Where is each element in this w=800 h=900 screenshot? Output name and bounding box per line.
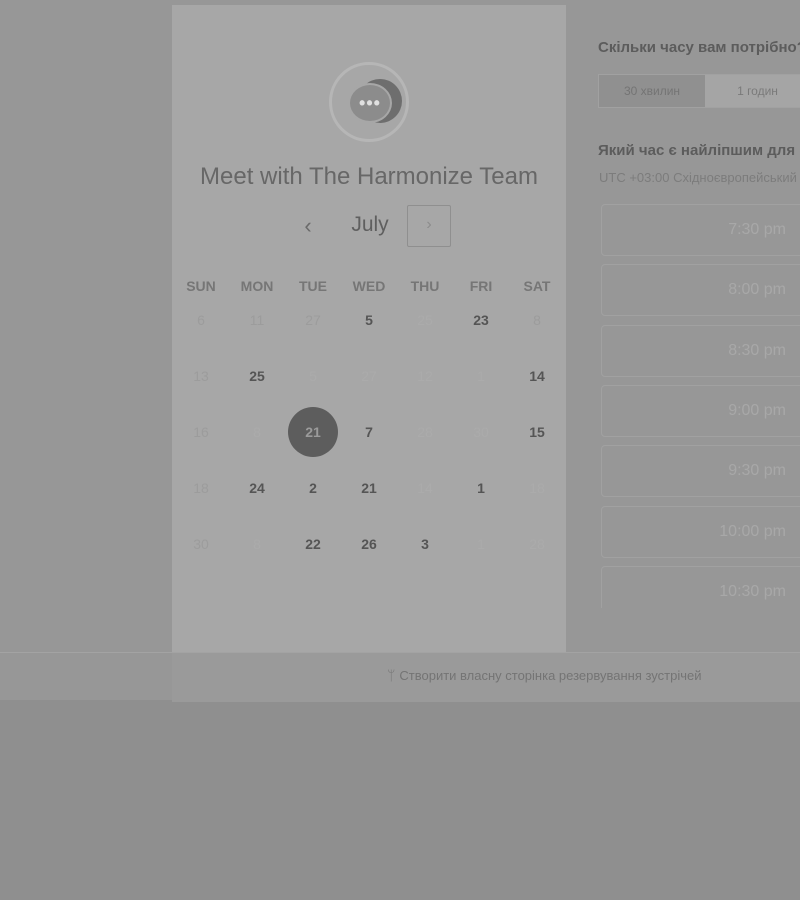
day-cell[interactable]: 14 <box>512 351 562 401</box>
day-cell: 12 <box>417 368 433 384</box>
slot-list-fade <box>596 608 800 652</box>
time-slot-button[interactable]: 9:00 pm <box>601 384 800 437</box>
day-cell: 30 <box>473 424 489 440</box>
day-cell: 8 <box>253 536 261 552</box>
day-cell[interactable]: 21 <box>344 463 394 513</box>
day-cell[interactable]: 16 <box>176 407 226 457</box>
day-cell[interactable]: 15 <box>512 407 562 457</box>
day-cell[interactable]: 7 <box>344 407 394 457</box>
weekday-tue: TUE <box>299 278 327 294</box>
footer-link-label: Створити власну сторінка резервування зу… <box>399 668 702 683</box>
month-label: July <box>351 213 389 236</box>
duration-option-1h[interactable]: 1 годин <box>706 75 800 107</box>
day-cell[interactable]: 18 <box>176 463 226 513</box>
duration-option-30min[interactable]: 30 хвилин <box>599 75 705 107</box>
weekday-wed: WED <box>352 278 386 294</box>
day-cell[interactable]: 24 <box>232 463 282 513</box>
day-cell: 1 <box>477 536 485 552</box>
day-cell: 1 <box>477 368 485 384</box>
day-cell[interactable]: 26 <box>344 519 394 569</box>
calendar-panel: ••• Meet with The Harmonize Team ‹ July … <box>172 5 566 652</box>
day-cell: 5 <box>309 368 317 384</box>
weekday-thu: THU <box>410 278 440 294</box>
day-cell[interactable]: 2 <box>288 463 338 513</box>
next-month-button[interactable]: › <box>407 205 451 247</box>
time-slot-button[interactable]: 7:30 pm <box>601 204 800 256</box>
day-cell: 28 <box>417 424 433 440</box>
day-cell[interactable]: 11 <box>232 295 282 345</box>
hubspot-sprocket-icon: ᛘ <box>387 667 396 683</box>
duration-selector: 30 хвилин 1 годин <box>598 74 800 108</box>
day-cell[interactable]: 3 <box>400 519 450 569</box>
chat-bubble-icon: ••• <box>329 62 409 142</box>
logo-dots: ••• <box>348 83 392 123</box>
day-cell-selected[interactable]: 21 <box>288 407 338 457</box>
day-cell[interactable]: 1 <box>456 463 506 513</box>
weekday-fri: FRI <box>469 278 493 294</box>
day-cell: 8 <box>253 424 261 440</box>
day-cell[interactable]: 30 <box>176 519 226 569</box>
day-cell[interactable]: 23 <box>456 295 506 345</box>
day-cell: 18 <box>529 480 545 496</box>
day-cell[interactable]: 27 <box>288 295 338 345</box>
meeting-title: Meet with The Harmonize Team <box>200 163 538 190</box>
day-cell: 25 <box>417 312 433 328</box>
time-slot-button[interactable]: 9:30 pm <box>601 445 800 498</box>
time-question: Який час є найліпшим для вас? <box>598 142 800 159</box>
day-cell[interactable]: 22 <box>288 519 338 569</box>
day-cell[interactable]: 6 <box>176 295 226 345</box>
time-slot-button[interactable]: 8:00 pm <box>601 264 800 317</box>
weekday-mon: MON <box>240 278 274 294</box>
day-cell: 27 <box>361 368 377 384</box>
weekday-sun: SUN <box>186 278 216 294</box>
day-cell: 28 <box>529 536 545 552</box>
create-booking-page-link[interactable]: ᛘ Створити власну сторінка резервування з… <box>387 667 702 683</box>
weekday-sat: SAT <box>523 278 551 294</box>
footer-divider <box>0 652 800 653</box>
day-cell: 14 <box>417 480 433 496</box>
day-cell[interactable]: 5 <box>344 295 394 345</box>
duration-question: Скільки часу вам потрібно? <box>598 39 800 56</box>
prev-month-button[interactable]: ‹ <box>294 213 322 241</box>
time-slot-button[interactable]: 10:00 pm <box>601 505 800 558</box>
day-cell[interactable]: 25 <box>232 351 282 401</box>
month-navigation: ‹ July › <box>172 205 566 251</box>
time-slot-button[interactable]: 8:30 pm <box>601 324 800 377</box>
day-cell[interactable]: 8 <box>512 295 562 345</box>
day-cell[interactable]: 13 <box>176 351 226 401</box>
timezone-label[interactable]: UTC +03:00 Східноєвропейський <box>599 170 797 185</box>
